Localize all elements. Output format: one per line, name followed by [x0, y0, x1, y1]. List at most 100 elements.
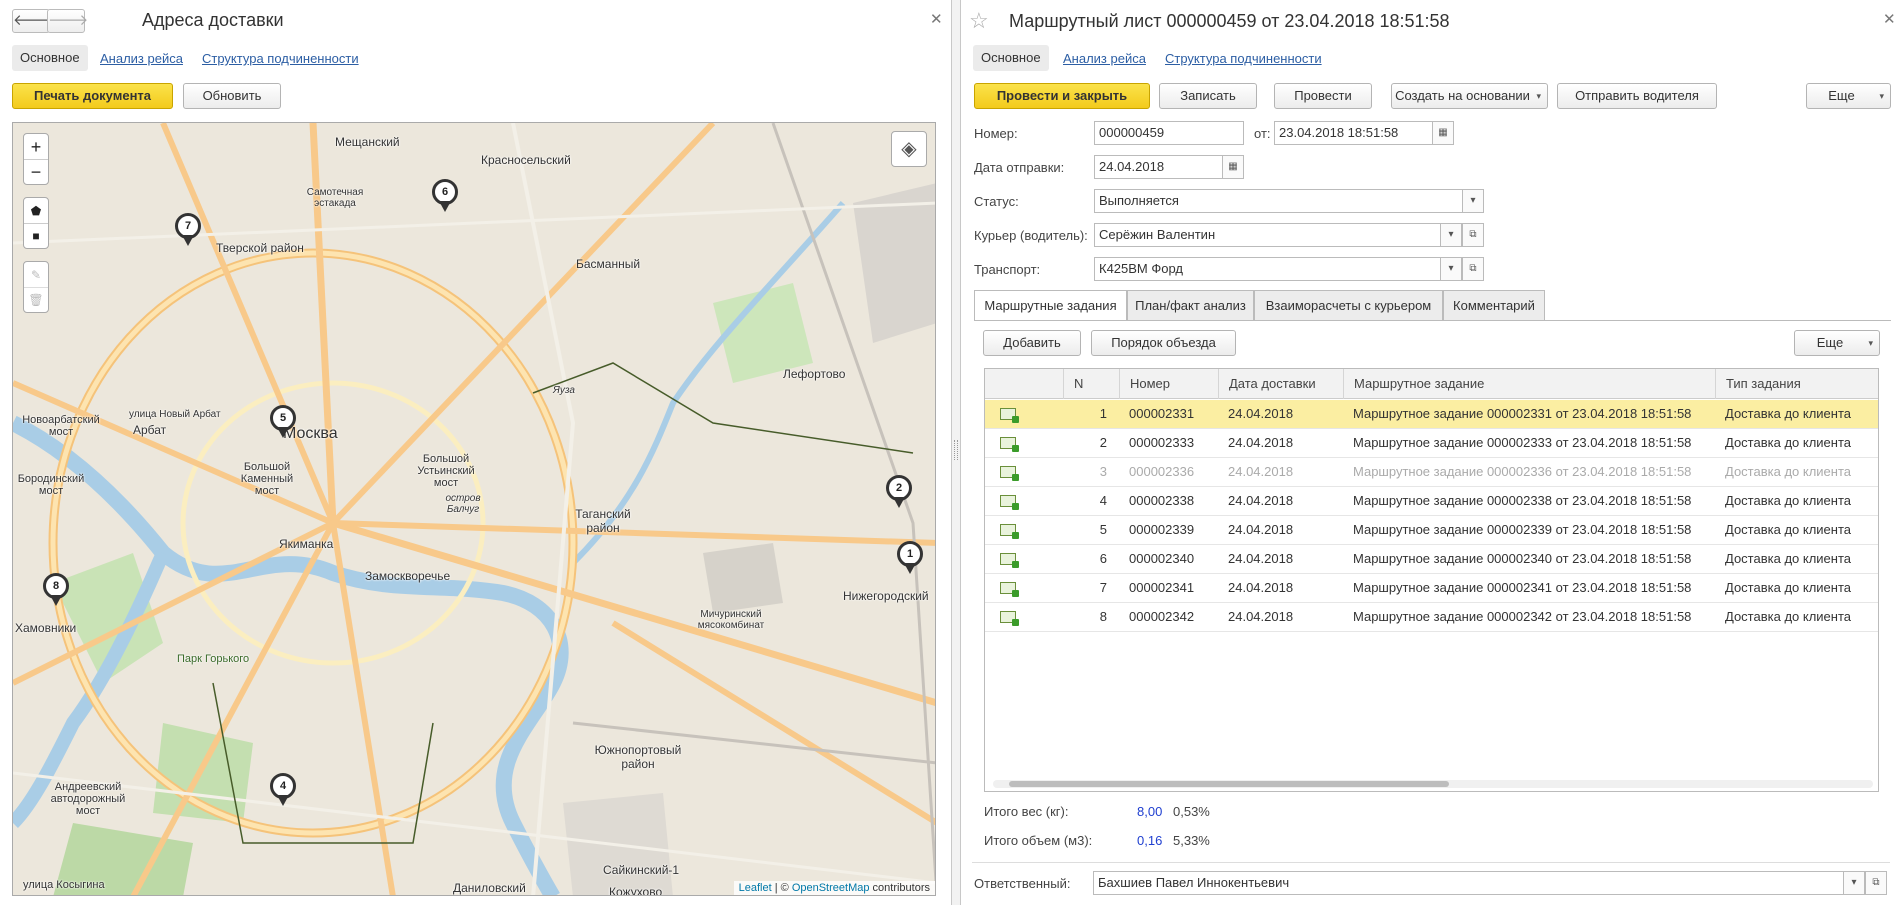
zoom-in-button[interactable]: + — [24, 134, 48, 160]
polygon-draw-icon[interactable]: ⬟ — [24, 198, 48, 224]
tab-trip-analysis[interactable]: Анализ рейса — [100, 51, 183, 66]
grid-more-button[interactable]: Еще ▾ — [1794, 330, 1880, 356]
route-task-icon — [1000, 582, 1019, 597]
cell-n: 7 — [1099, 580, 1107, 595]
open-icon[interactable]: ⧉ — [1462, 258, 1483, 280]
col-n[interactable]: N — [1063, 369, 1119, 399]
rectangle-draw-icon[interactable]: ■ — [24, 224, 48, 249]
route-tasks-table: N Номер Дата доставки Маршрутное задание… — [984, 368, 1879, 792]
tab-main[interactable]: Основное — [12, 45, 88, 71]
status-select[interactable]: Выполняется ▾ — [1094, 189, 1484, 213]
calendar-icon[interactable]: ▦ — [1222, 156, 1243, 178]
map-view[interactable]: Мещанский Красносельский Самотечная эста… — [12, 122, 936, 896]
map-pin[interactable]: 7 — [175, 213, 201, 246]
map-label: Хамовники — [15, 621, 77, 635]
map-label: Бородинский мост — [17, 473, 85, 497]
refresh-button[interactable]: Обновить — [183, 83, 281, 109]
tab-comment[interactable]: Комментарий — [1443, 290, 1545, 320]
save-button[interactable]: Записать — [1159, 83, 1257, 109]
ship-date-label: Дата отправки: — [974, 160, 1065, 175]
chevron-down-icon[interactable]: ▾ — [1462, 190, 1483, 212]
cell-route-task: Маршрутное задание 000002336 от 23.04.20… — [1353, 464, 1692, 479]
post-and-close-button[interactable]: Провести и закрыть — [974, 83, 1150, 109]
cell-delivery-date: 24.04.2018 — [1228, 522, 1294, 537]
cell-n: 8 — [1099, 609, 1107, 624]
tab-divider — [974, 320, 1891, 321]
courier-field[interactable]: Серёжин Валентин ▾ ⧉ — [1094, 223, 1484, 247]
tab-subordination[interactable]: Структура подчиненности — [1165, 51, 1322, 66]
close-icon[interactable]: ✕ — [930, 10, 943, 28]
panel-splitter[interactable] — [952, 0, 960, 905]
cell-delivery-date: 24.04.2018 — [1228, 580, 1294, 595]
route-task-icon — [1000, 524, 1019, 539]
cell-route-task: Маршрутное задание 000002339 от 23.04.20… — [1353, 522, 1692, 537]
open-icon[interactable]: ⧉ — [1865, 872, 1886, 894]
map-pin[interactable]: 5 — [270, 405, 296, 438]
tab-plan-fact[interactable]: План/факт анализ — [1127, 290, 1254, 320]
col-task-type[interactable]: Тип задания — [1715, 369, 1878, 399]
tab-courier-settlements[interactable]: Взаиморасчеты с курьером — [1254, 290, 1443, 320]
table-row[interactable]: 6 000002340 24.04.2018 Маршрутное задание 0… — [985, 545, 1878, 574]
ship-date-field[interactable]: 24.04.2018 ▦ — [1094, 155, 1244, 179]
col-route-task[interactable]: Маршрутное задание — [1343, 369, 1715, 399]
table-row[interactable]: 8 000002342 24.04.2018 Маршрутное задание 0… — [985, 603, 1878, 632]
col-delivery-date[interactable]: Дата доставки — [1218, 369, 1343, 399]
cell-task-type: Доставка до клиента — [1725, 522, 1851, 537]
zoom-out-button[interactable]: − — [24, 160, 48, 185]
cell-n: 2 — [1099, 435, 1107, 450]
send-driver-button[interactable]: Отправить водителя — [1557, 83, 1717, 109]
map-pin[interactable]: 8 — [43, 573, 69, 606]
chevron-down-icon[interactable]: ▾ — [1440, 224, 1462, 246]
tab-route-tasks[interactable]: Маршрутные задания — [974, 290, 1127, 321]
leaflet-link[interactable]: Leaflet — [739, 882, 772, 894]
cell-n: 4 — [1099, 493, 1107, 508]
draw-toolbar: ⬟ ■ — [23, 197, 49, 249]
tab-trip-analysis[interactable]: Анализ рейса — [1063, 51, 1146, 66]
table-row[interactable]: 1 000002331 24.04.2018 Маршрутное задание 0… — [985, 400, 1878, 429]
map-label: Андреевский автодорожный мост — [50, 781, 126, 817]
transport-field[interactable]: К425ВМ Форд ▾ ⧉ — [1094, 257, 1484, 281]
number-field[interactable]: 000000459 — [1094, 121, 1244, 145]
route-task-icon — [1000, 611, 1019, 626]
chevron-down-icon[interactable]: ▾ — [1440, 258, 1462, 280]
chevron-down-icon: ▾ — [1879, 91, 1884, 101]
table-row[interactable]: 4 000002338 24.04.2018 Маршрутное задание 0… — [985, 487, 1878, 516]
edit-layers-icon[interactable]: ✎ — [24, 262, 48, 288]
forward-button[interactable]: 🡒 — [47, 9, 88, 33]
map-pin[interactable]: 2 — [886, 475, 912, 508]
scrollbar-thumb[interactable] — [1009, 781, 1449, 787]
calendar-icon[interactable]: ▦ — [1432, 122, 1453, 144]
create-based-on-button[interactable]: Создать на основании ▾ — [1391, 83, 1548, 109]
print-document-button[interactable]: Печать документа — [12, 83, 173, 109]
tab-main[interactable]: Основное — [973, 45, 1049, 71]
chevron-down-icon[interactable]: ▾ — [1843, 872, 1865, 894]
route-order-button[interactable]: Порядок объезда — [1091, 330, 1236, 356]
map-pin[interactable]: 1 — [897, 541, 923, 574]
route-task-icon — [1000, 495, 1019, 510]
delete-layers-icon[interactable]: 🗑 — [24, 288, 48, 313]
layers-icon[interactable]: ◈ — [891, 131, 927, 167]
table-header: N Номер Дата доставки Маршрутное задание… — [985, 369, 1878, 399]
table-row[interactable]: 7 000002341 24.04.2018 Маршрутное задание 0… — [985, 574, 1878, 603]
back-button[interactable]: 🡐 — [12, 9, 53, 33]
table-row[interactable]: 2 000002333 24.04.2018 Маршрутное задание 0… — [985, 429, 1878, 458]
tab-subordination[interactable]: Структура подчиненности — [202, 51, 359, 66]
osm-link[interactable]: OpenStreetMap — [792, 882, 870, 894]
responsible-field[interactable]: Бахшиев Павел Иннокентьевич ▾ ⧉ — [1093, 871, 1887, 895]
cell-n: 1 — [1099, 406, 1107, 421]
col-number[interactable]: Номер — [1119, 369, 1218, 399]
post-button[interactable]: Провести — [1274, 83, 1372, 109]
more-button[interactable]: Еще ▾ — [1806, 83, 1891, 109]
map-pin[interactable]: 6 — [432, 179, 458, 212]
open-icon[interactable]: ⧉ — [1462, 224, 1483, 246]
table-row[interactable]: 3 000002336 24.04.2018 Маршрутное задание 0… — [985, 458, 1878, 487]
star-icon[interactable]: ☆ — [969, 8, 989, 34]
add-button[interactable]: Добавить — [983, 330, 1081, 356]
date-field[interactable]: 23.04.2018 18:51:58 ▦ — [1274, 121, 1454, 145]
map-label: Самотечная эстакада — [306, 187, 364, 209]
table-row[interactable]: 5 000002339 24.04.2018 Маршрутное задание 0… — [985, 516, 1878, 545]
map-pin[interactable]: 4 — [270, 773, 296, 806]
close-icon[interactable]: ✕ — [1883, 10, 1896, 28]
horizontal-scrollbar[interactable] — [993, 780, 1873, 788]
responsible-label: Ответственный: — [974, 876, 1071, 891]
